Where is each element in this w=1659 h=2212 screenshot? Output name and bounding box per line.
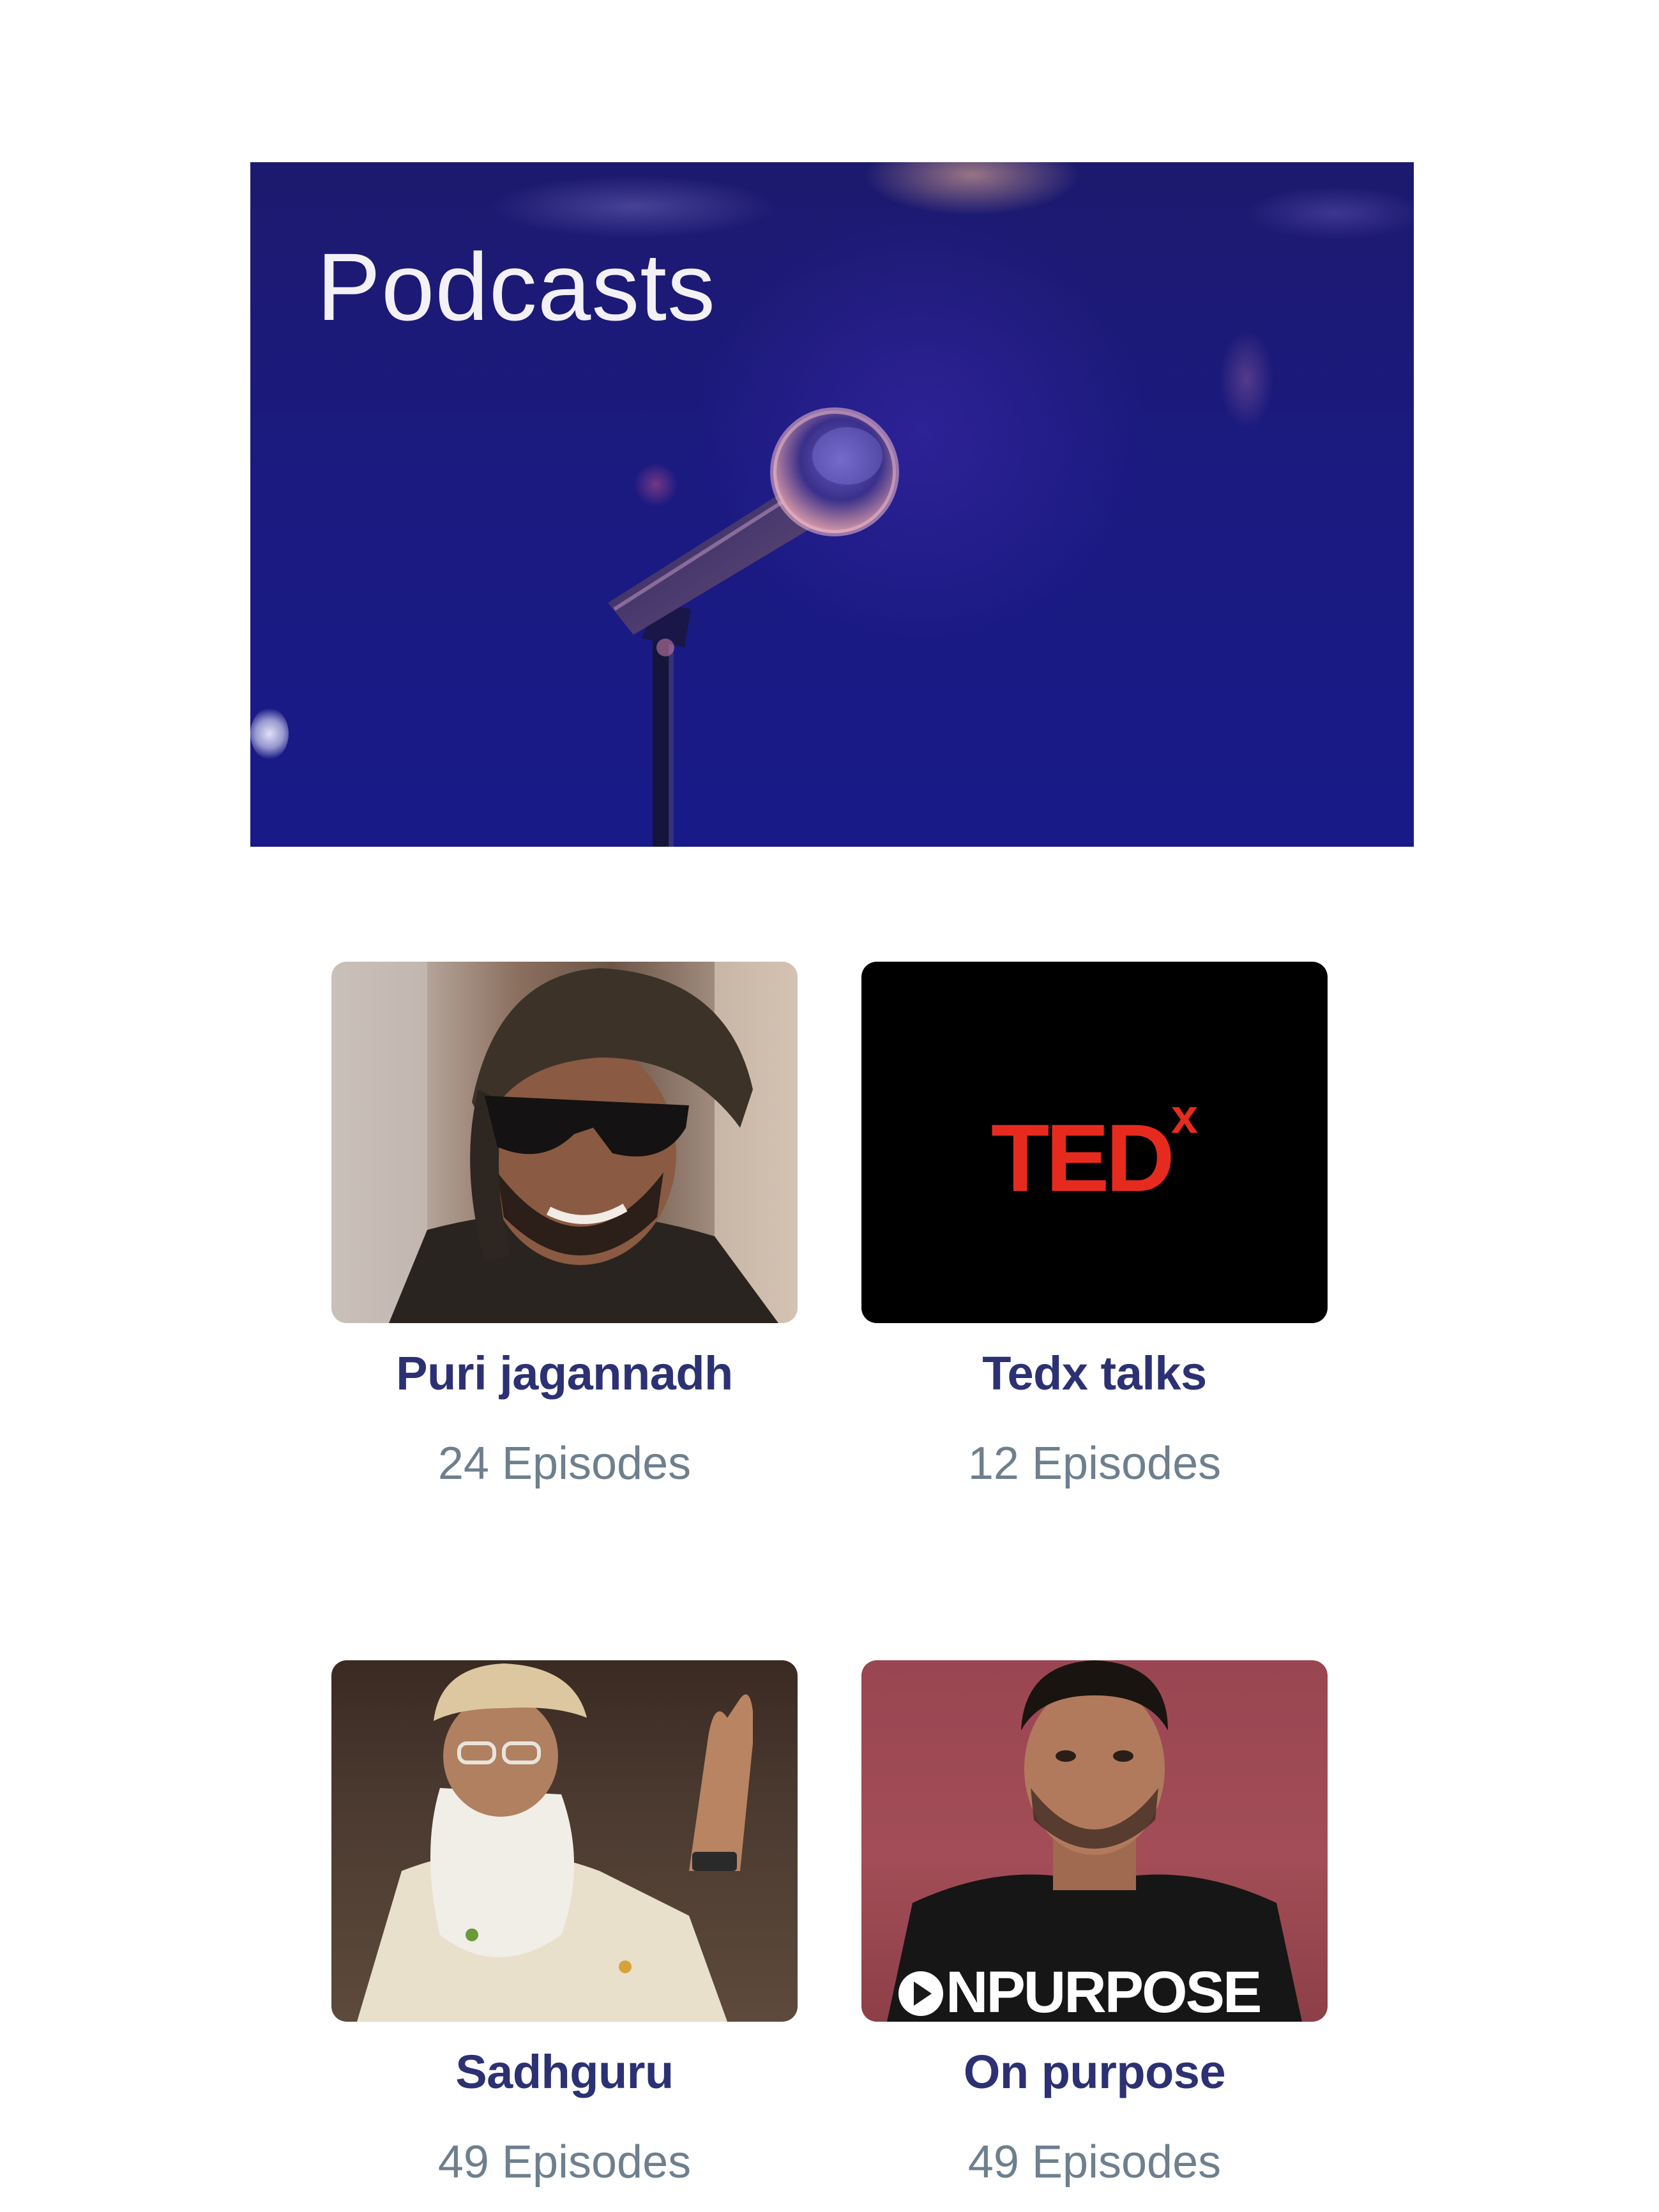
on-purpose-logo-text: NPURPOSE: [946, 1960, 1262, 2022]
podcast-title[interactable]: Tedx talks: [858, 1350, 1331, 1397]
episode-count: 12 Episodes: [967, 1438, 1222, 1489]
portrait-image: [357, 1663, 753, 2022]
podcasts-hero-banner[interactable]: Podcasts: [250, 162, 1414, 847]
play-icon: [898, 1971, 943, 2016]
podcast-thumbnail[interactable]: TEDx: [861, 962, 1328, 1323]
podcast-card-sadhguru[interactable]: Sadhguru 49 Episodes: [328, 1660, 801, 2185]
podcast-thumbnail[interactable]: [331, 962, 798, 1323]
podcasts-page: Podcasts Puri jagannadh 24 Episodes TEDx…: [0, 0, 1659, 2212]
podcast-card-on-purpose[interactable]: NPURPOSE On purpose 49 Episodes: [858, 1660, 1331, 2185]
episode-count: 49 Episodes: [967, 2137, 1222, 2188]
portrait-image: [331, 962, 798, 1323]
on-purpose-logo: NPURPOSE: [898, 1960, 1262, 2022]
episode-count: 24 Episodes: [437, 1438, 692, 1489]
tedx-logo-text: TED: [990, 1104, 1175, 1211]
podcast-title[interactable]: Puri jagannadh: [328, 1350, 801, 1397]
podcast-title[interactable]: On purpose: [858, 2049, 1331, 2096]
tedx-logo: TEDx: [861, 1093, 1328, 1206]
podcast-thumbnail[interactable]: NPURPOSE: [861, 1660, 1328, 2022]
tedx-logo-sup: x: [1170, 1089, 1199, 1144]
podcast-card-puri-jagannadh[interactable]: Puri jagannadh 24 Episodes: [328, 962, 801, 1487]
page-title: Podcasts: [317, 233, 716, 340]
episode-count: 49 Episodes: [437, 2137, 692, 2188]
podcast-card-tedx-talks[interactable]: TEDx Tedx talks 12 Episodes: [858, 962, 1331, 1487]
podcast-title[interactable]: Sadhguru: [328, 2049, 801, 2096]
podcast-thumbnail[interactable]: [331, 1660, 798, 2022]
